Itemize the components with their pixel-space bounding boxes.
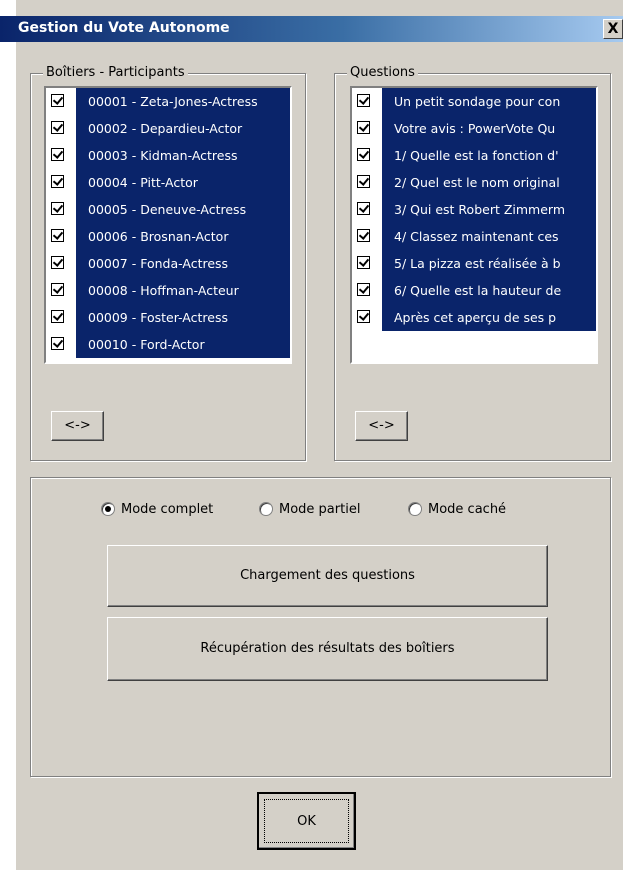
participant-item[interactable]: 00001 - Zeta-Jones-Actress [46,88,290,115]
checkbox[interactable] [357,256,370,269]
radio-label: Mode partiel [279,501,361,517]
question-item[interactable]: 1/ Quelle est la fonction d' [352,142,596,169]
participant-item-label: 00003 - Kidman-Actress [76,142,290,169]
radio-label: Mode complet [121,501,214,517]
participant-item-label: 00008 - Hoffman-Acteur [76,277,290,304]
checkbox[interactable] [51,283,64,296]
checkbox[interactable] [357,310,370,323]
participants-swap-button[interactable]: <-> [51,411,104,441]
left-edge [0,0,16,870]
participants-group-label: Boîtiers - Participants [43,65,188,80]
question-item[interactable]: Un petit sondage pour con [352,88,596,115]
radio-mode-partiel[interactable]: Mode partiel [259,500,360,518]
ok-button[interactable]: OK [257,792,356,850]
checkbox[interactable] [51,256,64,269]
question-item-label: 2/ Quel est le nom original [382,169,596,196]
checkbox[interactable] [357,121,370,134]
question-item-label: 6/ Quelle est la hauteur de [382,277,596,304]
participant-item-label: 00005 - Deneuve-Actress [76,196,290,223]
fetch-results-button[interactable]: Récupération des résultats des boîtiers [107,617,548,681]
question-item[interactable]: Après cet aperçu de ses p [352,304,596,331]
checkbox[interactable] [51,310,64,323]
participant-item[interactable]: 00002 - Depardieu-Actor [46,115,290,142]
participant-item[interactable]: 00008 - Hoffman-Acteur [46,277,290,304]
questions-swap-button[interactable]: <-> [355,411,408,441]
participant-item-label: 00001 - Zeta-Jones-Actress [76,88,290,115]
participant-item[interactable]: 00005 - Deneuve-Actress [46,196,290,223]
question-item[interactable]: 2/ Quel est le nom original [352,169,596,196]
questions-group-label: Questions [347,65,418,80]
question-item[interactable]: 3/ Qui est Robert Zimmerm [352,196,596,223]
radio-label: Mode caché [428,501,507,517]
radio-indicator [101,502,115,516]
participant-item[interactable]: 00003 - Kidman-Actress [46,142,290,169]
checkbox[interactable] [357,94,370,107]
checkbox[interactable] [51,202,64,215]
question-item[interactable]: 4/ Classez maintenant ces [352,223,596,250]
question-item-label: 5/ La pizza est réalisée à b [382,250,596,277]
checkbox[interactable] [357,283,370,296]
participant-item[interactable]: 00009 - Foster-Actress [46,304,290,331]
radio-indicator [259,502,273,516]
question-item[interactable]: 6/ Quelle est la hauteur de [352,277,596,304]
load-questions-button[interactable]: Chargement des questions [107,545,548,607]
participants-list[interactable]: 00001 - Zeta-Jones-Actress 00002 - Depard… [44,86,292,364]
participant-item[interactable]: 00010 - Ford-Actor [46,331,290,358]
question-item[interactable]: Votre avis : PowerVote Qu [352,115,596,142]
participant-item-label: 00002 - Depardieu-Actor [76,115,290,142]
checkbox[interactable] [357,148,370,161]
ok-label: OK [297,814,316,829]
checkbox[interactable] [357,202,370,215]
participant-item[interactable]: 00006 - Brosnan-Actor [46,223,290,250]
checkbox[interactable] [51,121,64,134]
question-item-label: 3/ Qui est Robert Zimmerm [382,196,596,223]
participant-item[interactable]: 00007 - Fonda-Actress [46,250,290,277]
question-item-label: Un petit sondage pour con [382,88,596,115]
participant-item-label: 00007 - Fonda-Actress [76,250,290,277]
questions-list[interactable]: Un petit sondage pour con Votre avis : Po… [350,86,598,364]
checkbox[interactable] [51,148,64,161]
window-title: Gestion du Vote Autonome [18,20,230,36]
question-item-label: 1/ Quelle est la fonction d' [382,142,596,169]
question-item-label: 4/ Classez maintenant ces [382,223,596,250]
radio-mode-complet[interactable]: Mode complet [101,500,213,518]
checkbox[interactable] [357,175,370,188]
radio-indicator [408,502,422,516]
participant-item-label: 00010 - Ford-Actor [76,331,290,358]
participant-item-label: 00004 - Pitt-Actor [76,169,290,196]
checkbox[interactable] [51,229,64,242]
checkbox[interactable] [51,94,64,107]
participant-item-label: 00009 - Foster-Actress [76,304,290,331]
participant-item[interactable]: 00004 - Pitt-Actor [46,169,290,196]
radio-mode-cache[interactable]: Mode caché [408,500,506,518]
participant-item-label: 00006 - Brosnan-Actor [76,223,290,250]
close-button[interactable]: X [603,19,623,39]
checkbox[interactable] [357,229,370,242]
question-item-label: Après cet aperçu de ses p [382,304,596,331]
title-bar[interactable]: Gestion du Vote Autonome [0,16,623,42]
question-item[interactable]: 5/ La pizza est réalisée à b [352,250,596,277]
dialog-window: Gestion du Vote Autonome X Boîtiers - Pa… [0,0,623,870]
question-item-label: Votre avis : PowerVote Qu [382,115,596,142]
checkbox[interactable] [51,175,64,188]
checkbox[interactable] [51,337,64,350]
